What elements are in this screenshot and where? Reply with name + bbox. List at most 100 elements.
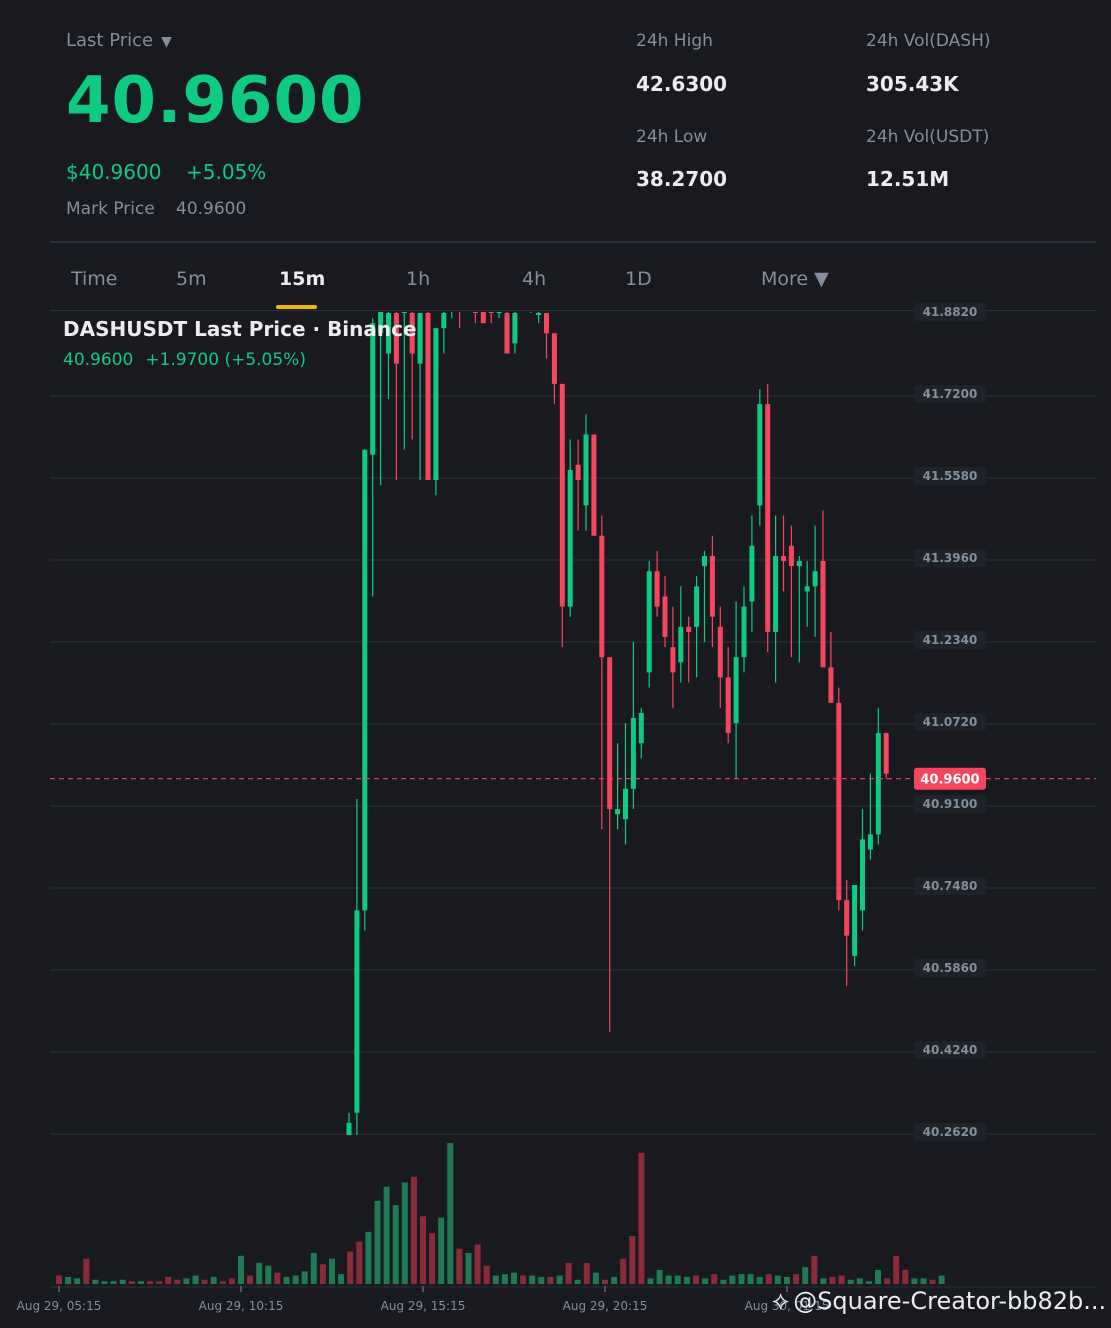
volume-bar (329, 1258, 335, 1284)
volume-bar (574, 1279, 581, 1284)
candle-body (670, 647, 676, 673)
candle-body (354, 910, 360, 1113)
volume-bar (665, 1275, 672, 1284)
volume-bar (183, 1278, 190, 1284)
candle-body (599, 535, 605, 658)
candle-body (425, 313, 431, 481)
volume-bar (292, 1275, 299, 1284)
volume-bar (747, 1274, 754, 1284)
volume-bar (310, 1252, 317, 1284)
candle-body (741, 606, 747, 658)
volume-bar (365, 1231, 372, 1284)
volume-bar (119, 1279, 126, 1284)
candle-body (528, 303, 533, 305)
candle-body (575, 464, 581, 481)
volume-bar (238, 1255, 244, 1284)
candle-body (607, 657, 613, 810)
candle-body (694, 586, 700, 627)
volume-bar (820, 1278, 827, 1284)
volume-bar (156, 1281, 163, 1284)
volume-bar (401, 1182, 408, 1284)
volume-bar (929, 1279, 936, 1284)
volume-bar (247, 1275, 254, 1284)
volume-bar (674, 1275, 681, 1284)
volume-bar (884, 1278, 891, 1284)
candle-body (678, 626, 684, 663)
candle-body (583, 434, 589, 506)
candle-body (852, 884, 858, 956)
candle-body (480, 312, 486, 324)
candle-body (788, 545, 794, 567)
candle-body (702, 555, 707, 567)
candle-body (725, 677, 731, 734)
candle-body (449, 308, 454, 310)
candle-body (472, 312, 478, 314)
volume-bar (465, 1252, 472, 1284)
volume-bar (228, 1278, 235, 1284)
volume-bar (274, 1272, 281, 1284)
volume-bar (438, 1217, 445, 1284)
y-tick-label: 40.2620 (923, 1125, 978, 1139)
volume-bar (629, 1236, 636, 1284)
volume-bar (483, 1265, 490, 1284)
volume-bar (583, 1262, 590, 1284)
volume-bar (356, 1241, 363, 1284)
x-tick-label: Aug 29, 15:15 (381, 1299, 466, 1313)
volume-bar (529, 1275, 536, 1284)
volume-bar (902, 1269, 909, 1284)
volume-bar (702, 1278, 709, 1284)
candle-body (591, 434, 597, 536)
candle-body (465, 298, 470, 303)
candle-body (441, 313, 447, 329)
volume-bar (65, 1276, 72, 1284)
chart-title: DASHUSDT Last Price · Binance (63, 317, 417, 341)
volume-bar (829, 1276, 836, 1284)
volume-bar (538, 1276, 545, 1284)
volume-bar (547, 1276, 554, 1284)
candle-body (401, 312, 407, 314)
price-chart[interactable]: 41.8820 41.7200 41.5580 41.3960 41.2340 41.07… (0, 0, 1111, 1328)
x-tick-label: Aug 29, 05:15 (17, 1299, 102, 1313)
volume-bar (556, 1275, 563, 1284)
candle-body (417, 313, 423, 364)
y-tick-label: 40.5860 (923, 961, 978, 975)
volume-bar (338, 1274, 345, 1284)
y-tick-label: 41.3960 (923, 551, 978, 565)
volume-bar (210, 1276, 217, 1284)
volume-bar (920, 1278, 927, 1284)
volume-bar (420, 1216, 426, 1284)
volume-bar (392, 1205, 399, 1284)
volume-bar (711, 1274, 718, 1284)
volume-bar (802, 1267, 809, 1284)
candle-body (520, 298, 525, 303)
volume-bar (611, 1276, 618, 1284)
volume-bar (511, 1272, 517, 1284)
volume-bar (911, 1278, 918, 1284)
candle-body (638, 712, 644, 744)
candle-body (820, 561, 826, 668)
volume-bar (429, 1233, 436, 1284)
candle-body (717, 626, 723, 678)
y-tick-label: 40.7480 (923, 879, 978, 893)
volume-bar (147, 1281, 153, 1284)
candle-body (804, 586, 810, 592)
candle-body (836, 702, 842, 901)
volume-bar (283, 1276, 290, 1284)
y-tick-label: 41.7200 (923, 387, 978, 401)
y-tick-label: 40.9100 (923, 797, 978, 811)
candle-body (504, 313, 510, 354)
volume-bar (875, 1269, 881, 1284)
y-tick-label: 41.5580 (923, 469, 978, 483)
y-tick-label: 41.0720 (923, 715, 978, 729)
volume-bar (128, 1281, 135, 1284)
candle-body (362, 449, 368, 911)
candle-body (828, 667, 834, 703)
candle-body (773, 555, 779, 632)
volume-bar (602, 1279, 608, 1284)
candle-body (559, 383, 565, 607)
volume-bar (201, 1279, 208, 1284)
y-tick-label: 40.4240 (923, 1043, 978, 1057)
volume-bar (620, 1258, 627, 1284)
candle-body (433, 328, 439, 481)
candle-body (646, 571, 652, 673)
